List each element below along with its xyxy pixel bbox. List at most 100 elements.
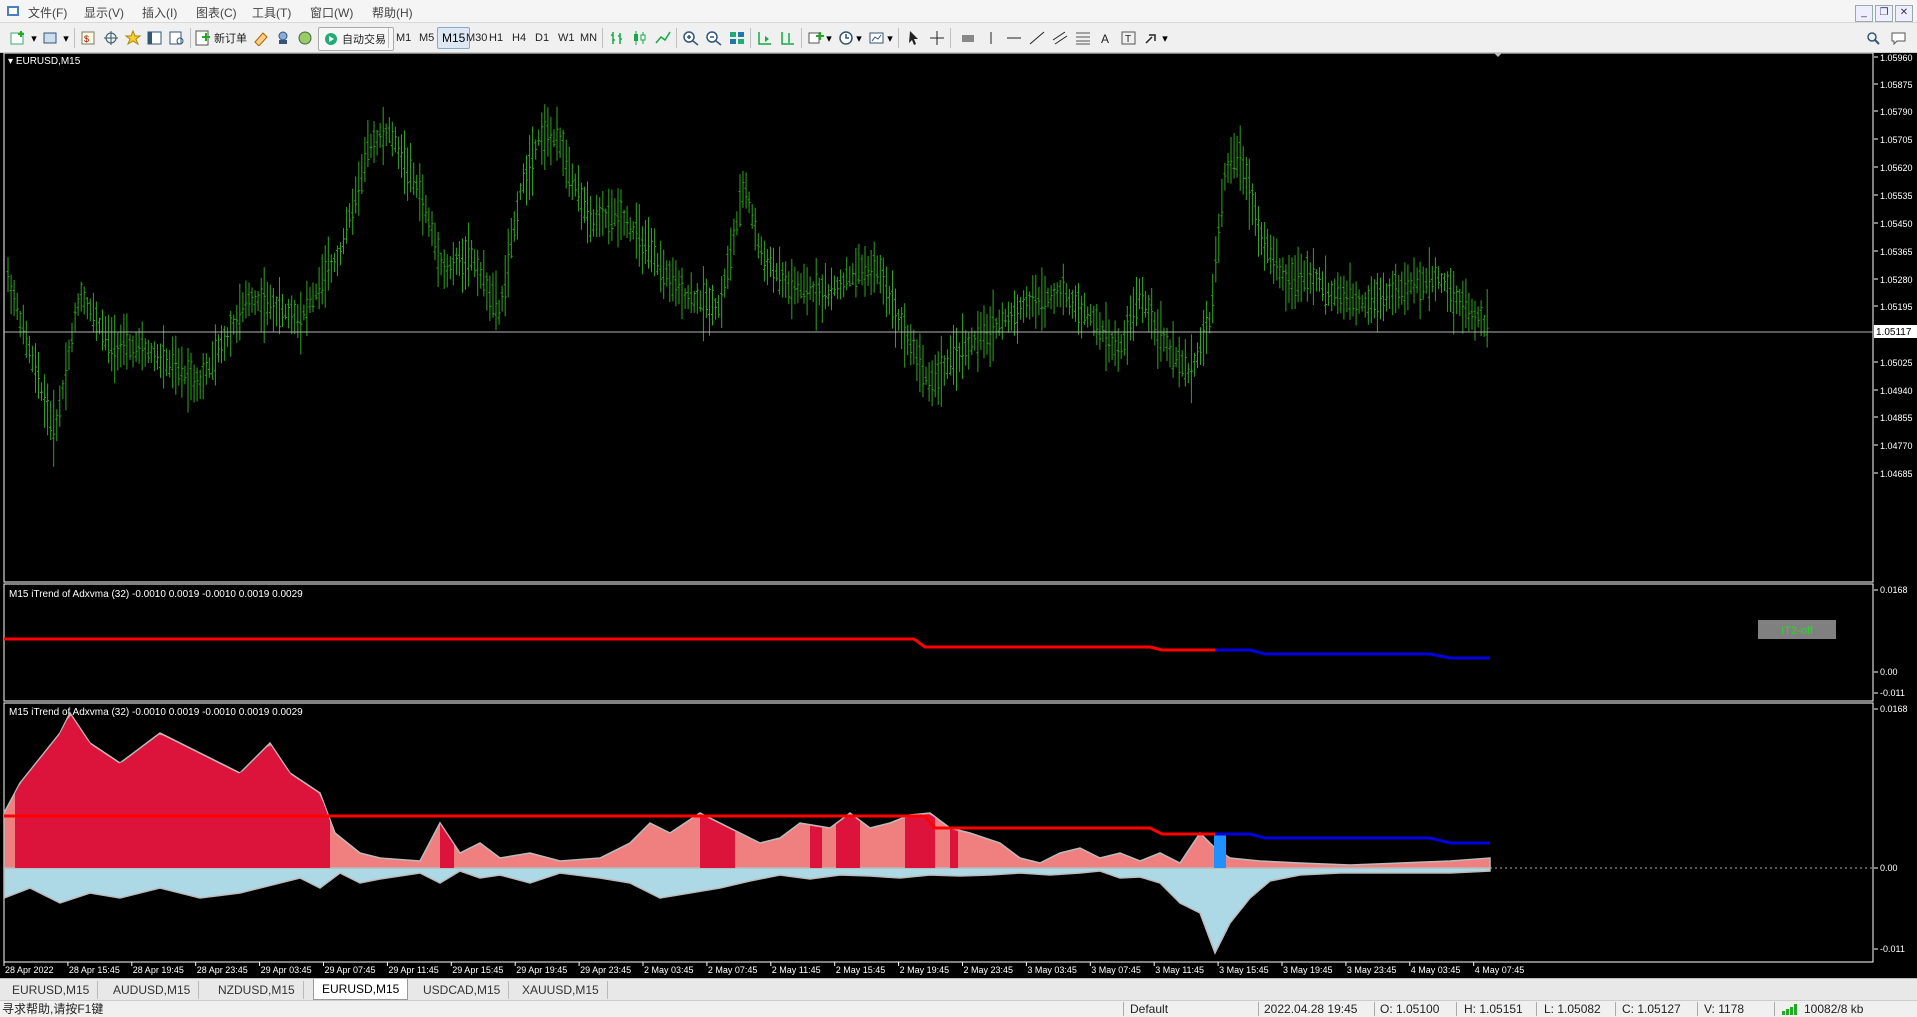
signals-icon[interactable] [272,27,294,49]
favorites-star-icon[interactable] [122,27,144,49]
horizontal-line-icon[interactable] [1003,27,1025,49]
time-tick-label: 4 May 03:45 [1411,965,1461,975]
chart-window[interactable]: 1.05960 1.05875 1.05790 1.05705 1.05620 1.055… [0,52,1917,978]
trendline-icon[interactable] [1026,27,1048,49]
timeframe-d1[interactable]: D1 [532,27,552,49]
time-tick-label: 29 Apr 15:45 [452,965,503,975]
indicator2-axis: 0.0168 0.00 -0.011 [1874,704,1908,954]
periods-clock-icon[interactable] [835,27,857,49]
zoom-out-icon[interactable] [703,27,725,49]
dropdown-arrow-icon[interactable]: ▾ [62,27,70,49]
new-order-button[interactable]: 新订单 [195,27,250,49]
chart-shift-marker[interactable] [1494,53,1502,57]
current-price-label: 1.05117 [1876,327,1912,338]
crosshair-nav-icon[interactable] [100,27,122,49]
price-axis: 1.05960 1.05875 1.05790 1.05705 1.05620 1.055… [1874,53,1913,479]
price-candles [6,104,1489,467]
price-tick-label: 1.04855 [1880,413,1913,423]
autoscroll-icon[interactable] [754,27,776,49]
menu-window[interactable]: 窗口(W) [310,4,353,21]
market-watch-icon[interactable]: $ [78,27,100,49]
crosshair-icon[interactable] [926,27,948,49]
status-volume: V: 1178 [1704,1002,1745,1016]
indicator1-tick-label: -0.011 [1880,688,1905,698]
indicator1-trend-line [4,637,1490,660]
collapse-arrow-icon[interactable]: ▾ [8,56,16,67]
arrows-icon[interactable] [1141,27,1163,49]
strong-bullish-block [15,715,330,868]
trend-line-blue [1215,648,1490,660]
indicators-icon[interactable] [805,27,827,49]
chart-canvas[interactable]: 1.05960 1.05875 1.05790 1.05705 1.05620 1.055… [0,52,1917,978]
status-low: L: 1.05082 [1544,1002,1601,1016]
dropdown-arrow-icon[interactable]: ▾ [30,27,38,49]
tester-icon[interactable] [166,27,188,49]
templates-icon[interactable] [866,27,888,49]
vertical-line-icon[interactable] [980,27,1002,49]
metaeditor-icon[interactable] [250,27,272,49]
fibonacci-icon[interactable] [1072,27,1094,49]
text-tool-icon[interactable]: A [1095,27,1117,49]
timeframe-m1[interactable]: M1 [393,27,414,49]
time-tick-label: 2 May 15:45 [836,965,886,975]
text-label-icon[interactable]: T [1118,27,1140,49]
dropdown-arrow-icon[interactable]: ▾ [1161,27,1169,49]
status-bar: 寻求帮助,请按F1键 Default 2022.04.28 19:45 O: 1… [0,1000,1917,1017]
price-tick-label: 1.05790 [1880,107,1913,117]
tab-audusd-m15[interactable]: AUDUSD,M15 [105,981,200,999]
time-tick-label: 4 May 07:45 [1475,965,1525,975]
svg-text:A: A [1101,32,1109,46]
dropdown-arrow-icon[interactable]: ▾ [855,27,863,49]
profiles-icon[interactable] [40,27,62,49]
tab-eurusd-m15-active[interactable]: EURUSD,M15 [313,979,409,1000]
timeframe-h1[interactable]: H1 [486,27,506,49]
toolbar: ▾ ▾ $ 新订单 自动交易 M1 M5 M15 M30 H1 H4 D1 W1… [0,23,1917,53]
close-icon[interactable]: ✕ [1895,5,1913,22]
auto-trading-button[interactable]: 自动交易 [318,27,394,51]
indicator1-axis: 0.0168 0.00 -0.011 [1874,585,1908,698]
price-tick-label: 1.05450 [1880,219,1913,229]
bar-chart-icon[interactable] [606,27,628,49]
terminal-icon[interactable] [144,27,166,49]
timeframe-w1[interactable]: W1 [555,27,578,49]
tab-nzdusd-m15[interactable]: NZDUSD,M15 [210,981,304,999]
menu-insert[interactable]: 插入(I) [142,4,177,21]
channel-icon[interactable] [1049,27,1071,49]
new-chart-icon[interactable] [8,27,30,49]
tab-eurusd-m15[interactable]: EURUSD,M15 [4,981,99,999]
timeframe-h4[interactable]: H4 [509,27,529,49]
search-icon[interactable] [1862,27,1884,49]
candlestick-icon[interactable] [629,27,651,49]
chat-icon[interactable] [1888,27,1910,49]
tile-windows-icon[interactable] [726,27,748,49]
minimize-icon[interactable]: _ [1855,5,1873,22]
menu-help[interactable]: 帮助(H) [372,4,413,21]
menu-charts[interactable]: 图表(C) [196,4,237,21]
svg-text:$: $ [84,34,89,44]
main-chart-border [3,52,1874,583]
rectangle-tool-icon[interactable] [957,27,979,49]
status-traffic: 10082/8 kb [1804,1002,1864,1016]
timeframe-mn[interactable]: MN [577,27,600,49]
time-tick-label: 3 May 07:45 [1091,965,1141,975]
line-chart-icon[interactable] [652,27,674,49]
zoom-in-icon[interactable] [680,27,702,49]
time-tick-label: 3 May 11:45 [1155,965,1204,975]
status-help: 寻求帮助,请按F1键 [2,1002,104,1016]
dropdown-arrow-icon[interactable]: ▾ [886,27,894,49]
market-icon[interactable] [294,27,316,49]
chart-tabs: EURUSD,M15 AUDUSD,M15 NZDUSD,M15 EURUSD,… [0,978,1917,1001]
menu-file[interactable]: 文件(F) [28,4,67,21]
cursor-icon[interactable] [903,27,925,49]
timeframe-m5[interactable]: M5 [416,27,437,49]
window-controls: _ ❐ ✕ [1853,4,1913,22]
chart-shift-icon[interactable] [777,27,799,49]
dropdown-arrow-icon[interactable]: ▾ [825,27,833,49]
tab-xauusd-m15[interactable]: XAUUSD,M15 [514,981,608,999]
menu-tools[interactable]: 工具(T) [252,4,291,21]
restore-icon[interactable]: ❐ [1875,5,1893,22]
price-tick-label: 1.05195 [1880,302,1913,312]
menu-view[interactable]: 显示(V) [84,4,124,21]
indicator2-histogram [3,711,1873,955]
tab-usdcad-m15[interactable]: USDCAD,M15 [415,981,510,999]
